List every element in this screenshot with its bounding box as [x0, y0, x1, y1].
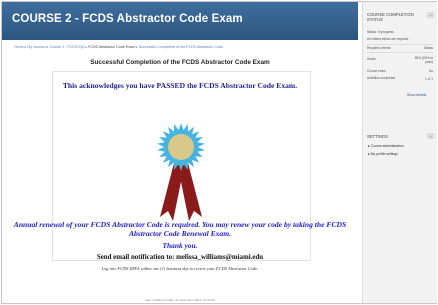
breadcrumb: Home ▸ My courses ▸ Course 2 - FCDS EQI …: [14, 45, 223, 49]
settings-item-course-admin[interactable]: ▸ Course administration: [368, 144, 404, 148]
settings-item-profile[interactable]: ▸ My profile settings: [368, 152, 398, 156]
breadcrumb-course[interactable]: Course 2 - FCDS EQI: [50, 45, 85, 49]
course-title: COURSE 2 - FCDS Abstractor Code Exam: [12, 13, 243, 25]
completion-block-title: COURSE COMPLETION STATUS: [367, 12, 414, 22]
award-ribbon-icon: [157, 123, 205, 221]
expand-arrow-icon: ▸: [368, 144, 370, 148]
completion-status: Status: In progress: [367, 30, 394, 34]
completion-note: All criteria below are required: [367, 37, 409, 41]
expand-arrow-icon: ▸: [368, 152, 370, 156]
breadcrumb-exam[interactable]: FCDS Abstractor Code Exam: [88, 45, 135, 49]
pass-acknowledgement: This acknowledges you have PASSED the FC…: [62, 81, 298, 90]
email-notification-text: Send email notification to: melissa_will…: [96, 254, 264, 261]
criteria-value: 85% (80% to pass): [414, 56, 433, 64]
block-collapse-icon[interactable]: –: [427, 12, 434, 18]
criteria-value: 1 of 1: [425, 77, 433, 81]
criteria-header: Required criteria: [367, 46, 391, 50]
criteria-label: Course exam: [367, 69, 386, 73]
breadcrumb-my-courses[interactable]: My courses: [27, 45, 45, 49]
show-details-link[interactable]: Show details: [407, 93, 426, 97]
criteria-value: No: [428, 69, 433, 73]
page-header: COURSE 2 - FCDS Abstractor Code Exam: [2, 2, 358, 40]
sidebar: COURSE COMPLETION STATUS – Status: In pr…: [362, 2, 437, 303]
status-header: Status: [423, 46, 433, 50]
criteria-label: Grade: [367, 57, 376, 61]
thank-you-text: Thank you.: [162, 241, 198, 250]
block-collapse-icon[interactable]: –: [427, 133, 434, 139]
divider: [367, 44, 433, 45]
breadcrumb-home[interactable]: Home: [14, 45, 24, 49]
breadcrumb-current: Successful Completion of the FCDS Abstra…: [138, 45, 223, 49]
main-content: Successful Completion of the FCDS Abstra…: [4, 53, 356, 303]
login-instructions: Log into FCDS IDEA within one (1) busine…: [101, 266, 259, 271]
settings-block-title: SETTINGS: [367, 134, 388, 139]
page-title: Successful Completion of the FCDS Abstra…: [90, 59, 270, 66]
divider: [367, 52, 433, 53]
renewal-notice: Annual renewal of your FCDS Abstractor C…: [13, 220, 347, 239]
criteria-label: Activities completed: [367, 76, 396, 80]
last-modified: Last modified: Friday, 21 December 2012,…: [145, 298, 215, 302]
